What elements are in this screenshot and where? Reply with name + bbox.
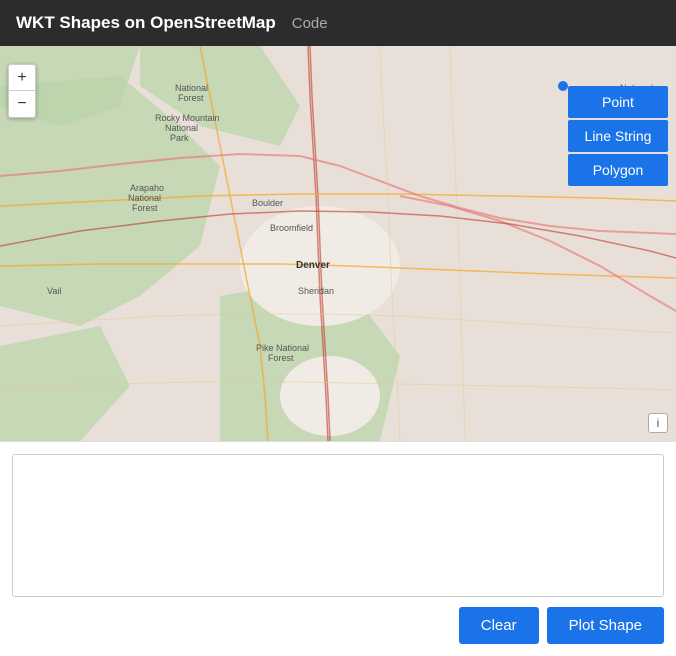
svg-text:Arapaho: Arapaho [130, 183, 164, 193]
line-string-button[interactable]: Line String [568, 120, 668, 152]
wkt-input[interactable] [12, 454, 664, 597]
app-header: WKT Shapes on OpenStreetMap Code [0, 0, 676, 46]
zoom-controls: + − [8, 64, 36, 118]
svg-text:Forest: Forest [268, 353, 294, 363]
svg-text:National: National [165, 123, 198, 133]
svg-text:Forest: Forest [178, 93, 204, 103]
svg-text:Vail: Vail [47, 286, 61, 296]
code-link[interactable]: Code [292, 15, 328, 32]
action-buttons: Clear Plot Shape [12, 607, 664, 644]
svg-text:Forest: Forest [132, 203, 158, 213]
svg-text:Sheridan: Sheridan [298, 286, 334, 296]
svg-text:Pike National: Pike National [256, 343, 309, 353]
svg-text:National: National [128, 193, 161, 203]
bottom-panel: Clear Plot Shape [0, 441, 676, 656]
zoom-in-button[interactable]: + [9, 65, 35, 91]
map-container: Rocky Mountain National Park Arapaho Nat… [0, 46, 676, 441]
svg-text:Denver: Denver [296, 260, 330, 271]
plot-shape-button[interactable]: Plot Shape [547, 607, 664, 644]
clear-button[interactable]: Clear [459, 607, 539, 644]
zoom-out-button[interactable]: − [9, 91, 35, 117]
polygon-button[interactable]: Polygon [568, 154, 668, 186]
svg-text:Rocky Mountain: Rocky Mountain [155, 113, 220, 123]
svg-text:Park: Park [170, 133, 189, 143]
app-title: WKT Shapes on OpenStreetMap [16, 13, 276, 33]
svg-text:Boulder: Boulder [252, 198, 283, 208]
map-point-marker [558, 81, 568, 91]
svg-text:National: National [175, 83, 208, 93]
svg-text:Broomfield: Broomfield [270, 223, 313, 233]
point-button[interactable]: Point [568, 86, 668, 118]
shape-buttons-panel: Point Line String Polygon [568, 86, 668, 186]
info-button[interactable]: i [648, 413, 668, 433]
